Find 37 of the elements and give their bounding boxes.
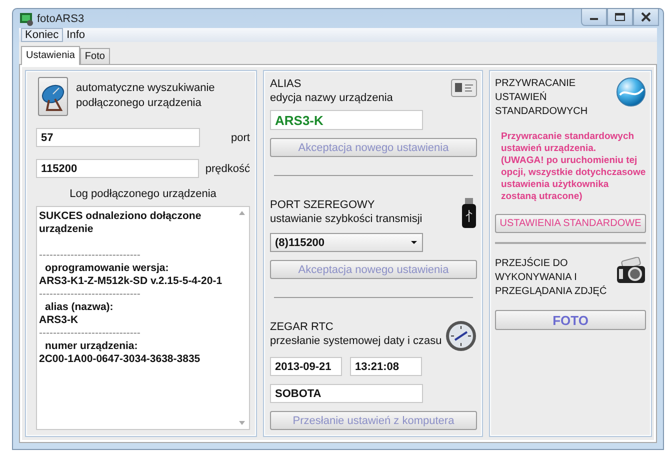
log-value: ARS3-K xyxy=(39,314,80,327)
warning-text: (UWAGA! po uruchomieniu tej opcji, wszystkie dotychczasowe ustawienia użytkownika zostaną utracone) xyxy=(501,155,646,203)
input-field[interactable]: SOBOTA xyxy=(270,384,423,403)
input-field[interactable]: 57 xyxy=(36,128,200,147)
log-separator: ----------------------------- xyxy=(39,249,142,262)
field-label: port xyxy=(231,132,250,144)
log-heading: alias (nazwa): xyxy=(44,301,114,314)
section-title: ALIAS xyxy=(270,77,302,91)
input-field[interactable]: 115200 xyxy=(36,159,200,178)
section-subtitle: przesłanie systemowej daty i czasu xyxy=(270,334,442,348)
photo-button[interactable]: FOTO xyxy=(495,310,646,330)
log-message: SUKCES odnaleziono dołączone urządzenie xyxy=(39,210,202,236)
menu-item[interactable]: Koniec xyxy=(21,28,63,42)
search-description: automatyczne wyszukiwanie podłączonego urządzenia xyxy=(76,81,216,111)
log-separator: ----------------------------- xyxy=(39,288,142,301)
section-title: PORT SZEREGOWY xyxy=(270,198,376,212)
log-title: Log podłączonego urządzenia xyxy=(68,188,218,200)
section-title: PRZYWRACANIE USTAWIEŃ STANDARDOWYCH xyxy=(495,77,589,119)
log-value: ARS3-K1-Z-M512k-SD v.2.15-5-4-20-1 xyxy=(39,275,224,288)
section-title: ZEGAR RTC xyxy=(270,320,334,334)
tab[interactable]: Foto xyxy=(80,48,110,64)
input-field[interactable]: 13:21:08 xyxy=(350,357,422,376)
input-field[interactable]: ARS3-K xyxy=(270,110,423,130)
log-separator: ----------------------------- xyxy=(39,327,142,340)
field-label: prędkość xyxy=(205,162,250,174)
section-subtitle: edycja nazwy urządzenia xyxy=(270,91,393,105)
tab[interactable]: Ustawienia xyxy=(21,46,80,65)
log-heading: numer urządzenia: xyxy=(44,340,139,353)
log-heading: oprogramowanie wersja: xyxy=(44,262,170,275)
menu-item[interactable]: Info xyxy=(62,28,89,42)
window-title: fotoARS3 xyxy=(37,12,84,24)
dropdown[interactable]: (8)115200 xyxy=(270,233,423,252)
section-subtitle: ustawianie szybkości transmisji xyxy=(270,212,422,226)
warning-text: Przywracanie standardowych ustawień urządzenia. xyxy=(501,131,636,155)
log-value: 2C00-1A00-0647-3034-3638-3835 xyxy=(39,353,202,366)
section-title: PRZEJŚCIE DO WYKONYWANIA I PRZEGLĄDANIA ZDJĘĆ xyxy=(495,257,608,299)
input-field[interactable]: 2013-09-21 xyxy=(270,357,342,376)
